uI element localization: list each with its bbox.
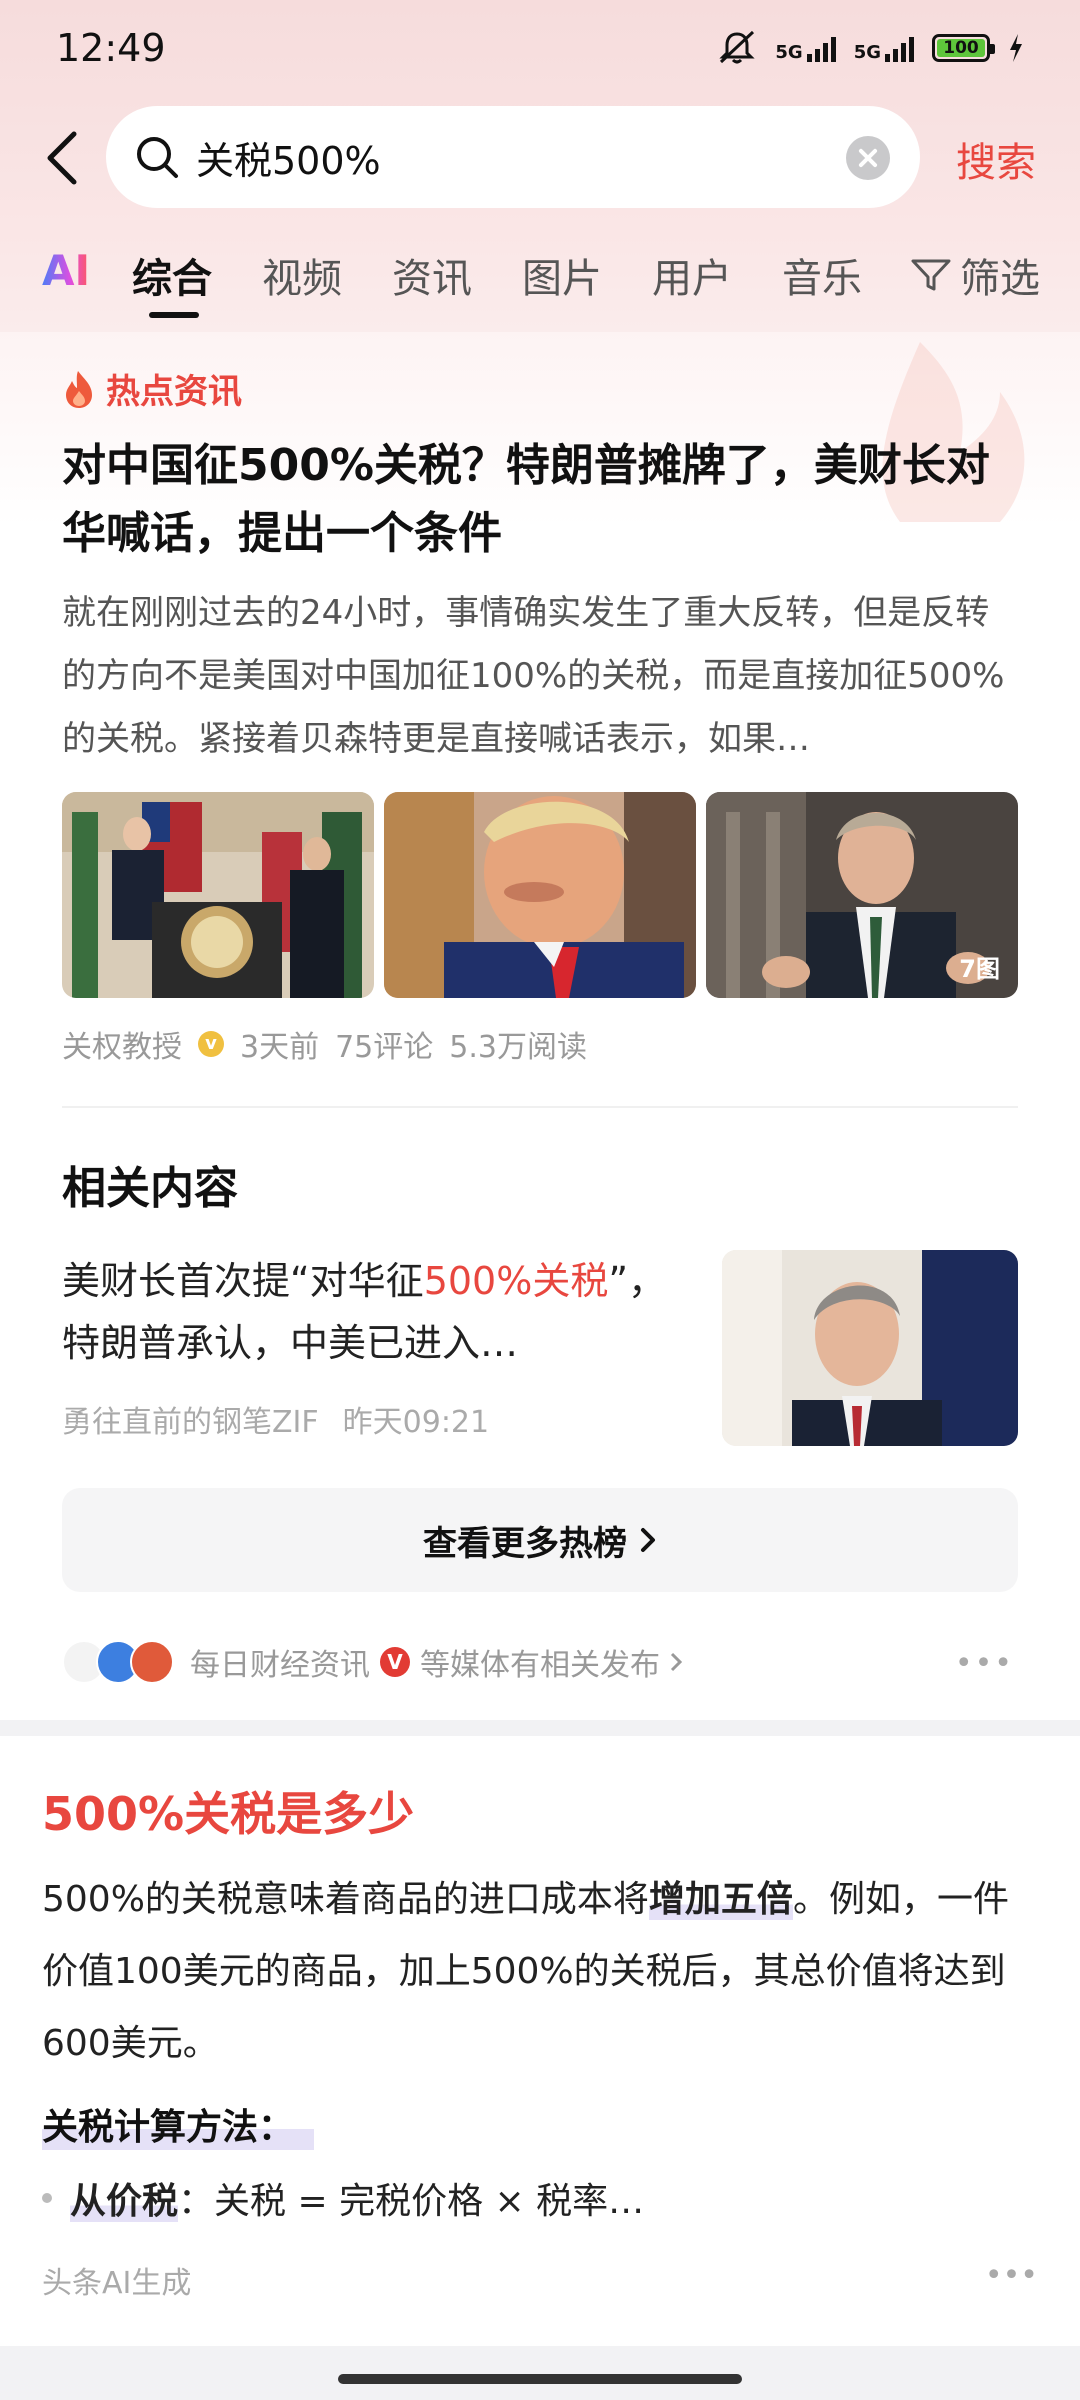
related-title: 相关内容 xyxy=(62,1163,238,1214)
tab-music[interactable]: 音乐 xyxy=(782,246,862,304)
signal-5g-1: 5G xyxy=(775,34,836,62)
signal-bars-icon xyxy=(885,34,914,62)
related-time: 昨天09:21 xyxy=(342,1405,490,1440)
news-comments: 75评论 xyxy=(335,1030,434,1065)
more-options-icon[interactable]: ••• xyxy=(985,2258,1038,2293)
category-tabs: AI 综合 视频 资讯 图片 用户 音乐 筛选 xyxy=(0,240,1080,320)
filter-button[interactable]: 筛选 xyxy=(910,246,1040,304)
news-image-trump[interactable] xyxy=(384,792,696,998)
news-reads: 5.3万阅读 xyxy=(449,1030,587,1065)
news-headline[interactable]: 对中国征500%关税？特朗普摊牌了，美财长对华喊话，提出一个条件 xyxy=(62,432,1022,568)
battery-icon: 100 xyxy=(932,34,995,62)
charging-bolt-icon xyxy=(1010,34,1022,62)
signal-bars-icon xyxy=(806,34,836,62)
news-image-bessent[interactable]: 7图 xyxy=(706,792,1018,998)
source-logo-icon xyxy=(130,1640,174,1684)
tab-video[interactable]: 视频 xyxy=(262,246,342,304)
search-input[interactable]: 关税500% xyxy=(106,106,920,208)
fire-icon xyxy=(66,370,92,408)
back-arrow-icon[interactable] xyxy=(40,128,90,188)
chevron-right-icon xyxy=(670,1652,682,1672)
ai-generated-label: 头条AI生成 xyxy=(42,2266,192,2301)
source-suffix: 等媒体有相关发布 xyxy=(420,1648,660,1683)
ai-answer-paragraph: 500%的关税意味着商品的进口成本将增加五倍。例如，一件价值100美元的商品，加… xyxy=(42,1879,1009,2064)
source-name: 每日财经资讯 xyxy=(190,1648,370,1683)
status-bar: 12:49 5G 5G 100 xyxy=(0,0,1080,100)
tab-images[interactable]: 图片 xyxy=(522,246,602,304)
search-icon xyxy=(137,137,178,178)
tab-news[interactable]: 资讯 xyxy=(392,246,472,304)
media-sources-row[interactable]: 每日财经资讯 V 等媒体有相关发布 ••• xyxy=(62,1632,1018,1692)
search-query: 关税500% xyxy=(196,139,381,183)
news-image-strip[interactable]: 7图 xyxy=(62,792,1018,998)
bullet-dot-icon xyxy=(42,2193,52,2203)
mute-bell-icon xyxy=(719,30,755,64)
hot-news-label: 热点资讯 xyxy=(62,364,242,413)
verified-red-badge-icon: V xyxy=(380,1647,410,1677)
news-time: 3天前 xyxy=(240,1030,320,1065)
status-time: 12:49 xyxy=(56,26,166,70)
ai-answer-card[interactable]: 500%关税是多少 500%的关税意味着商品的进口成本将增加五倍。例如，一件价值… xyxy=(0,1736,1080,2346)
news-meta: 关权教授 v 3天前 75评论 5.3万阅读 xyxy=(62,1022,587,1066)
news-summary: 就在刚刚过去的24小时，事情确实发生了重大反转，但是反转的方向不是美国对中国加征… xyxy=(62,593,1005,759)
verified-badge-icon: v xyxy=(198,1031,224,1057)
home-indicator[interactable] xyxy=(338,2374,742,2384)
active-tab-indicator xyxy=(149,312,199,318)
view-more-hot-button[interactable]: 查看更多热榜 xyxy=(62,1488,1018,1592)
news-author[interactable]: 关权教授 xyxy=(62,1022,182,1066)
status-icons: 5G 5G 100 xyxy=(717,30,1024,66)
hot-news-card[interactable]: 热点资讯 对中国征500%关税？特朗普摊牌了，美财长对华喊话，提出一个条件 就在… xyxy=(0,332,1080,1720)
filter-label: 筛选 xyxy=(960,256,1040,302)
news-image-podium[interactable] xyxy=(62,792,374,998)
related-author: 勇往直前的钢笔ZIF xyxy=(62,1405,319,1440)
search-button[interactable]: 搜索 xyxy=(956,130,1036,188)
tab-comprehensive[interactable]: 综合 xyxy=(132,246,212,304)
ai-answer-subheading: 关税计算方法： xyxy=(42,2098,315,2150)
signal-5g-2: 5G xyxy=(854,34,914,62)
related-article-title[interactable]: 美财长首次提“对华征500%关税”，特朗普承认，中美已进入… xyxy=(62,1250,682,1374)
chevron-right-icon xyxy=(641,1528,655,1552)
ai-answer-bullet: 从价税：关税 = 完税价格 × 税率… xyxy=(42,2172,644,2224)
tab-users[interactable]: 用户 xyxy=(652,246,732,304)
filter-funnel-icon xyxy=(911,259,951,291)
divider xyxy=(62,1106,1018,1108)
related-meta: 勇往直前的钢笔ZIF 昨天09:21 xyxy=(62,1397,489,1441)
clear-icon[interactable] xyxy=(846,136,890,180)
more-options-icon[interactable]: ••• xyxy=(955,1646,1014,1681)
ai-answer-title: 500%关税是多少 xyxy=(42,1787,415,1841)
image-count-badge: 7图 xyxy=(959,955,1000,983)
tab-ai[interactable]: AI xyxy=(42,246,90,295)
related-article-image[interactable] xyxy=(722,1250,1018,1446)
